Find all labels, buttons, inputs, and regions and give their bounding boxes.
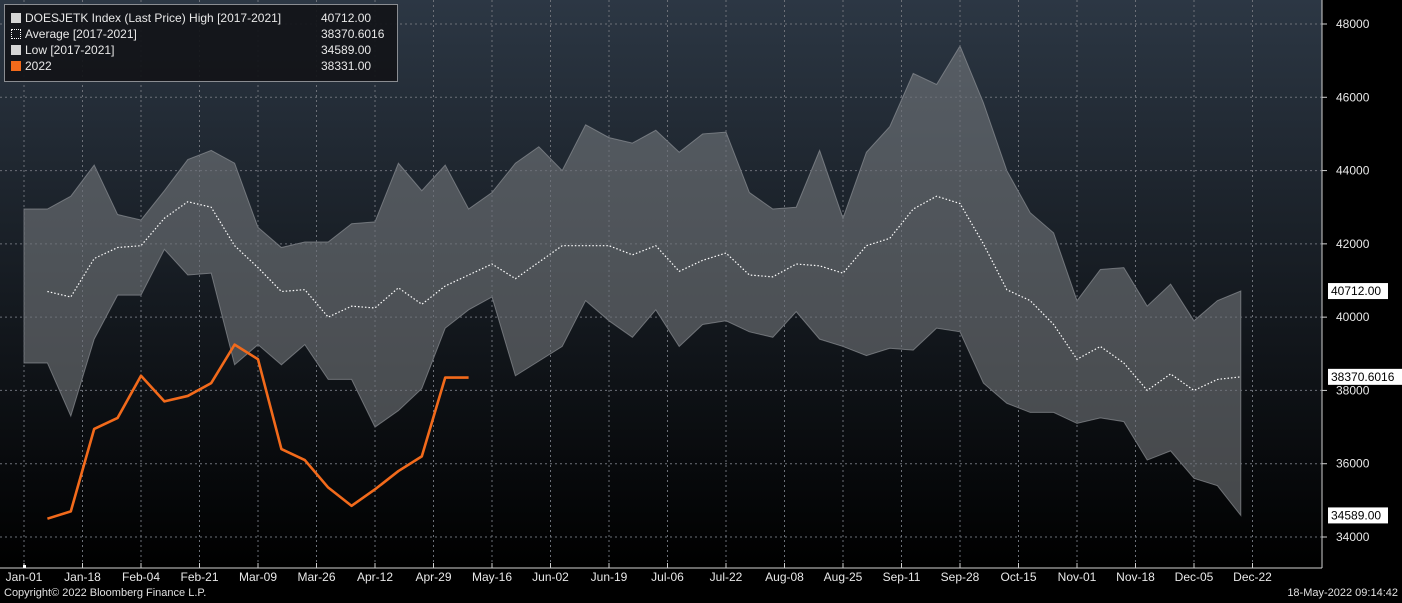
seasonality-chart: 34000 36000 38000 40000 42000 44000 46000 48000… — [0, 0, 1402, 603]
legend: DOESJETK Index (Last Price) High [2017-2… — [4, 4, 398, 82]
legend-label-2022: 2022 — [25, 59, 52, 73]
x-tick-label-16: Sep-28 — [941, 570, 980, 584]
x-axis-start-marker — [23, 565, 26, 568]
x-tick-label-20: Dec-05 — [1175, 570, 1214, 584]
legend-item-low: Low [2017-2021] 34589.00 — [11, 42, 391, 58]
x-tick-label-5: Mar-26 — [297, 570, 335, 584]
x-tick-label-10: Jun-19 — [591, 570, 628, 584]
legend-label-average: Average [2017-2021] — [25, 27, 137, 41]
x-tick-label-11: Jul-06 — [651, 570, 684, 584]
x-tick-label-6: Apr-12 — [357, 570, 393, 584]
legend-value-low: 34589.00 — [321, 43, 372, 57]
legend-item-2022: 2022 38331.00 — [11, 58, 391, 74]
x-tick-label-19: Nov-18 — [1116, 570, 1155, 584]
x-tick-label-15: Sep-11 — [883, 570, 921, 584]
x-tick-label-8: May-16 — [472, 570, 512, 584]
legend-value-average: 38370.6016 — [321, 27, 385, 41]
marker-label-low: 34589.00 — [1331, 508, 1381, 522]
y-tick-label-1: 36000 — [1336, 457, 1370, 471]
legend-item-high: DOESJETK Index (Last Price) High [2017-2… — [11, 10, 391, 26]
y-tick-label-3: 40000 — [1336, 310, 1370, 324]
y-tick-label-2: 38000 — [1336, 383, 1370, 397]
legend-swatch-high — [11, 13, 21, 23]
marker-label-average: 38370.6016 — [1331, 370, 1395, 384]
x-tick-label-0: Jan-01 — [6, 570, 43, 584]
legend-item-average: Average [2017-2021] 38370.6016 — [11, 26, 391, 42]
legend-value-2022: 38331.00 — [321, 59, 372, 73]
x-tick-label-21: Dec-22 — [1233, 570, 1272, 584]
chart-svg: 34000 36000 38000 40000 42000 44000 46000 48000… — [0, 0, 1402, 603]
x-tick-label-14: Aug-25 — [824, 570, 863, 584]
x-tick-label-17: Oct-15 — [1000, 570, 1036, 584]
timestamp-text: 18-May-2022 09:14:42 — [1287, 587, 1398, 599]
legend-swatch-low — [11, 45, 21, 55]
x-tick-label-13: Aug-08 — [765, 570, 804, 584]
legend-value-high: 40712.00 — [321, 11, 372, 25]
marker-label-high: 40712.00 — [1331, 284, 1381, 298]
x-tick-label-18: Nov-01 — [1058, 570, 1097, 584]
x-tick-label-7: Apr-29 — [415, 570, 451, 584]
legend-swatch-average — [11, 29, 21, 39]
x-tick-label-2: Feb-04 — [122, 570, 160, 584]
legend-label-low: Low [2017-2021] — [25, 43, 115, 57]
y-tick-label-6: 46000 — [1336, 90, 1370, 104]
legend-swatch-2022 — [11, 61, 21, 71]
y-tick-label-0: 34000 — [1336, 530, 1370, 544]
y-tick-label-5: 44000 — [1336, 164, 1370, 178]
y-tick-label-4: 42000 — [1336, 237, 1370, 251]
x-tick-label-12: Jul-22 — [710, 570, 743, 584]
x-tick-label-4: Mar-09 — [239, 570, 277, 584]
x-tick-label-1: Jan-18 — [64, 570, 101, 584]
x-tick-label-9: Jun-02 — [532, 570, 569, 584]
x-tick-label-3: Feb-21 — [180, 570, 218, 584]
y-tick-label-7: 48000 — [1336, 17, 1370, 31]
legend-label-high: DOESJETK Index (Last Price) High [2017-2… — [25, 11, 282, 25]
copyright-text: Copyright© 2022 Bloomberg Finance L.P. — [4, 587, 207, 599]
